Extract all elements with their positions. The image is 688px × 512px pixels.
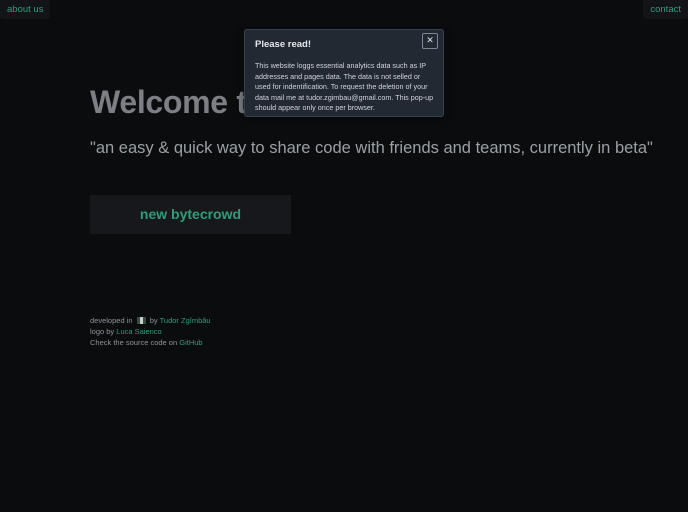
by-label: by [149,316,158,325]
contact-button[interactable]: contact [643,0,688,19]
logo-author-link[interactable]: Luca Saienco [116,327,161,336]
new-bytecrowd-button[interactable]: new bytecrowd [90,195,291,234]
analytics-notice-modal: Please read! ✕ This website loggs essent… [244,29,444,117]
logo-by-label: logo by [90,327,115,336]
page: about us contact Welcome to >b "an easy … [0,0,688,512]
source-prefix-label: Check the source code on [90,338,178,347]
about-us-button[interactable]: about us [0,0,51,19]
developed-in-label: developed in [90,316,133,325]
credits-logo-line: logo by Luca Saienco [90,326,211,337]
credits-source-line: Check the source code on GitHub [90,337,211,348]
developer-link[interactable]: Tudor Zgîmbău [160,316,211,325]
credits: developed in by Tudor Zgîmbău logo by Lu… [90,315,211,348]
credits-developer-line: developed in by Tudor Zgîmbău [90,315,211,326]
flag-icon [136,317,146,324]
close-icon[interactable]: ✕ [422,33,438,49]
modal-body-text: This website loggs essential analytics d… [255,61,434,113]
modal-title: Please read! [255,39,311,50]
github-link[interactable]: GitHub [179,338,202,347]
tagline: "an easy & quick way to share code with … [90,139,653,157]
